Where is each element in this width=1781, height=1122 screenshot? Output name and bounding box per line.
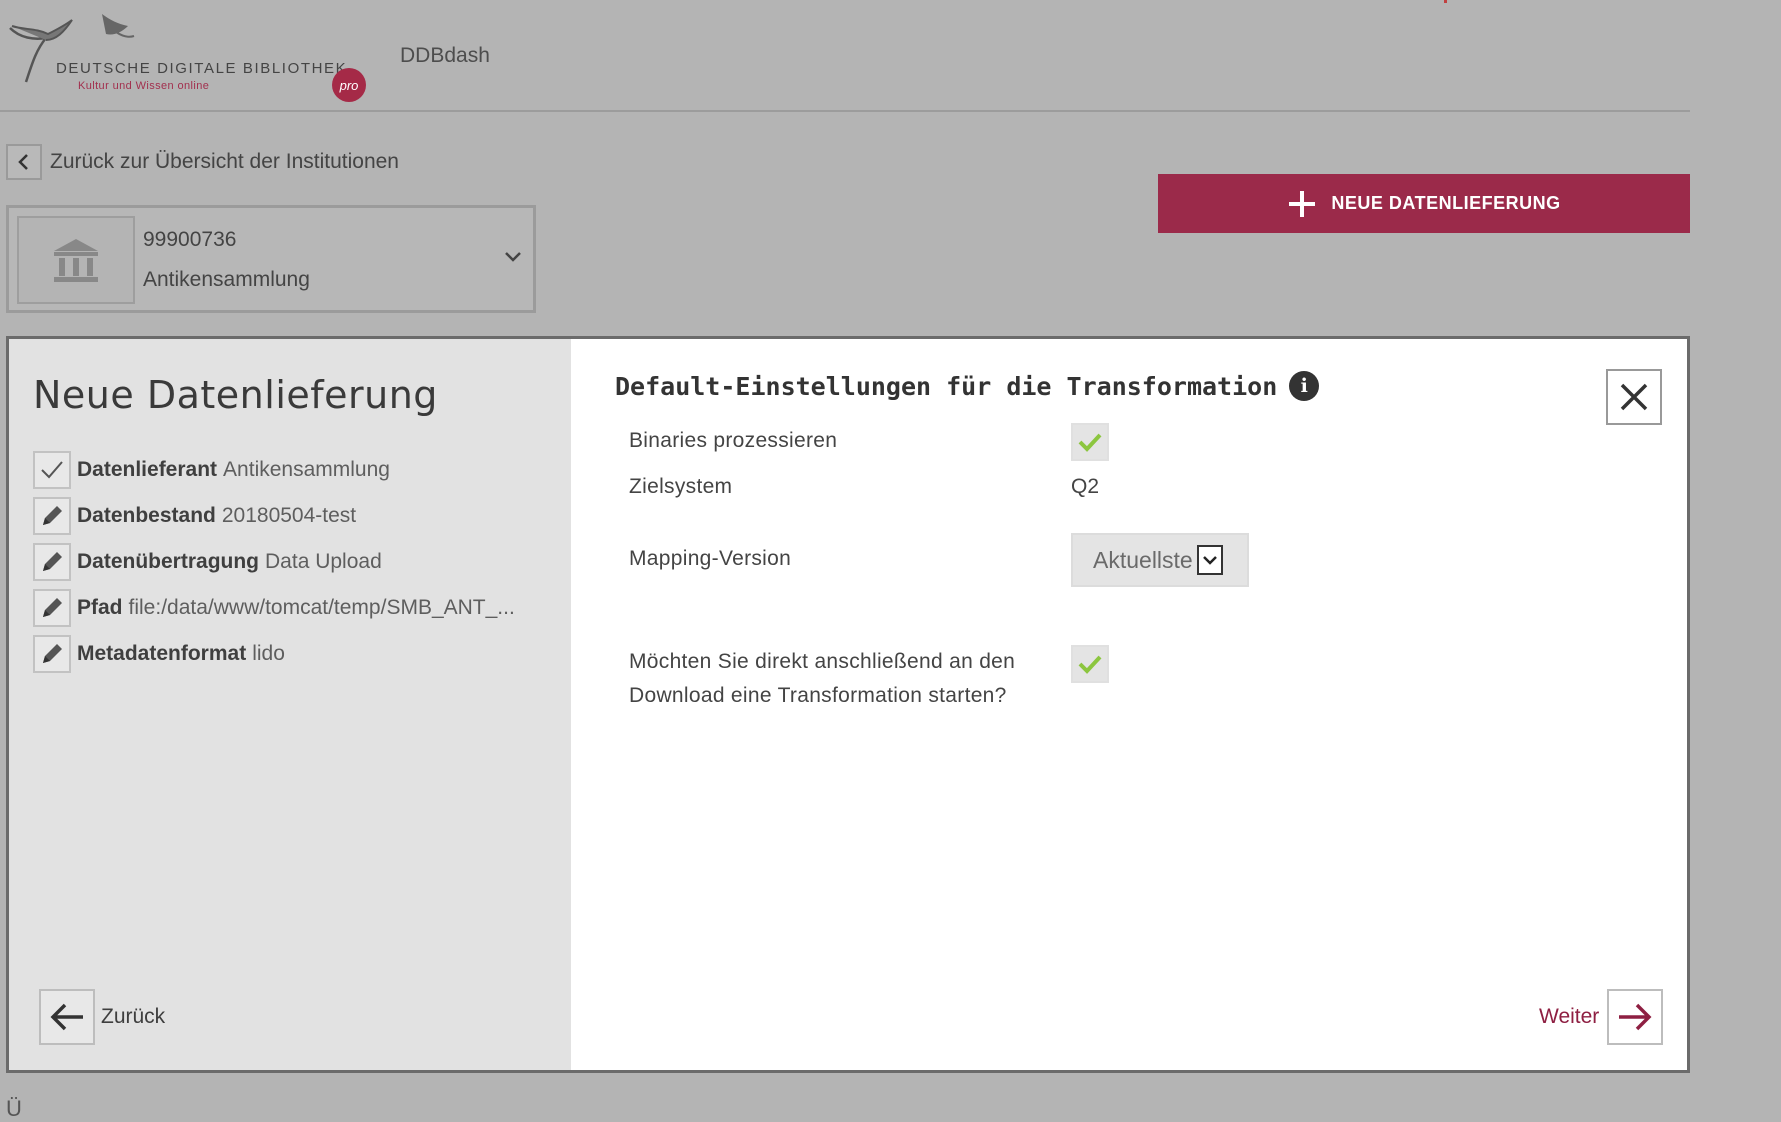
back-arrow-box[interactable]	[39, 989, 95, 1045]
info-icon[interactable]: i	[1289, 371, 1320, 401]
zurueck-label: Zurück	[101, 1005, 166, 1028]
chevron-down-icon[interactable]	[503, 250, 523, 264]
step-metadatenformat[interactable]: Metadatenformat lido	[33, 631, 563, 677]
zurueck-button[interactable]: Zurück	[39, 989, 165, 1045]
transform-question-line2: Download eine Transformation starten?	[629, 684, 1007, 707]
step-value: 20180504-test	[221, 504, 357, 527]
dialog-steps-panel: Neue Datenlieferung Datenlieferant Antike…	[9, 339, 571, 1070]
institution-icon-box	[17, 216, 135, 304]
app-name: DDBdash	[400, 44, 490, 67]
pencil-icon	[33, 589, 71, 627]
new-delivery-label: NEUE DATENLIEFERUNG	[1331, 193, 1561, 213]
binaries-label: Binaries prozessieren	[629, 429, 838, 452]
institution-name: Antikensammlung	[143, 268, 310, 291]
cut-off-heading: Ü	[6, 1096, 22, 1121]
mapping-version-select[interactable]: Aktuellste	[1071, 533, 1249, 587]
new-delivery-button[interactable]: NEUE DATENLIEFERUNG	[1158, 174, 1690, 233]
section-title: Default-Einstellungen für die Transforma…	[615, 371, 1320, 401]
pencil-icon	[33, 543, 71, 581]
step-value: Data Upload	[265, 550, 382, 573]
dialog-settings-panel: Default-Einstellungen für die Transforma…	[571, 339, 1687, 1070]
transform-checkbox[interactable]	[1071, 645, 1109, 683]
pro-badge: pro	[332, 68, 366, 102]
page: DEUTSCHE DIGITALE BIBLIOTHEK Kultur und …	[0, 0, 1781, 1121]
ddb-logo[interactable]: DEUTSCHE DIGITALE BIBLIOTHEK Kultur und …	[6, 10, 366, 102]
pencil-icon	[33, 497, 71, 535]
weiter-button[interactable]: Weiter	[1539, 989, 1664, 1045]
arrow-left-icon	[50, 1003, 83, 1031]
dialog-title: Neue Datenlieferung	[33, 373, 438, 417]
step-datenbestand[interactable]: Datenbestand 20180504-test	[33, 493, 563, 539]
select-arrow-icon[interactable]	[1196, 545, 1223, 575]
step-label: Datenübertragung	[77, 550, 260, 573]
step-value: file:/data/www/tomcat/temp/SMB_ANT_...	[128, 596, 515, 619]
chevron-left-icon	[18, 154, 28, 170]
institution-selector[interactable]: 99900736 Antikensammlung	[6, 205, 536, 313]
step-label: Pfad	[77, 596, 123, 619]
check-icon	[33, 451, 71, 489]
step-label: Datenlieferant	[77, 458, 218, 481]
zielsystem-label: Zielsystem	[629, 475, 733, 498]
header: DEUTSCHE DIGITALE BIBLIOTHEK Kultur und …	[0, 0, 1690, 112]
weiter-label: Weiter	[1539, 1005, 1600, 1028]
pencil-icon	[33, 635, 71, 673]
next-arrow-box[interactable]	[1607, 989, 1664, 1045]
binaries-checkbox[interactable]	[1071, 423, 1109, 461]
back-to-institutions-link[interactable]: Zurück zur Übersicht der Institutionen	[6, 144, 399, 180]
institution-id: 99900736	[143, 228, 237, 251]
close-button[interactable]	[1606, 369, 1662, 425]
arrow-right-icon	[1619, 1003, 1652, 1031]
logo-name: DEUTSCHE DIGITALE BIBLIOTHEK	[56, 60, 348, 77]
mapping-version-value: Aktuellste	[1093, 546, 1193, 573]
step-label: Metadatenformat	[77, 642, 247, 665]
transform-question-line1: Möchten Sie direkt anschließend an den	[629, 650, 1016, 673]
step-value: lido	[252, 642, 285, 665]
step-datenlieferant[interactable]: Datenlieferant Antikensammlung	[33, 447, 563, 493]
new-delivery-dialog: Neue Datenlieferung Datenlieferant Antike…	[6, 336, 1690, 1073]
section-title-text: Default-Einstellungen für die Transforma…	[615, 371, 1278, 401]
step-pfad[interactable]: Pfad file:/data/www/tomcat/temp/SMB_ANT_.…	[33, 585, 563, 631]
close-icon	[1620, 383, 1648, 411]
steps-list: Datenlieferant Antikensammlung Datenbesta…	[33, 447, 563, 677]
logo-tagline: Kultur und Wissen online	[78, 80, 210, 92]
museum-icon	[54, 239, 98, 282]
zielsystem-value: Q2	[1071, 475, 1100, 498]
transform-question-label: Möchten Sie direkt anschließend an den D…	[629, 645, 1015, 713]
plus-icon	[1287, 189, 1317, 219]
mapping-version-label: Mapping-Version	[629, 547, 792, 570]
back-link-label: Zurück zur Übersicht der Institutionen	[50, 150, 399, 173]
checkmark-icon	[1078, 433, 1102, 452]
back-button-box[interactable]	[6, 144, 42, 180]
birds-logo-icon	[9, 14, 135, 83]
step-label: Datenbestand	[77, 504, 216, 527]
checkmark-icon	[1078, 655, 1102, 674]
step-datenuebertragung[interactable]: Datenübertragung Data Upload	[33, 539, 563, 585]
step-value: Antikensammlung	[223, 458, 390, 481]
